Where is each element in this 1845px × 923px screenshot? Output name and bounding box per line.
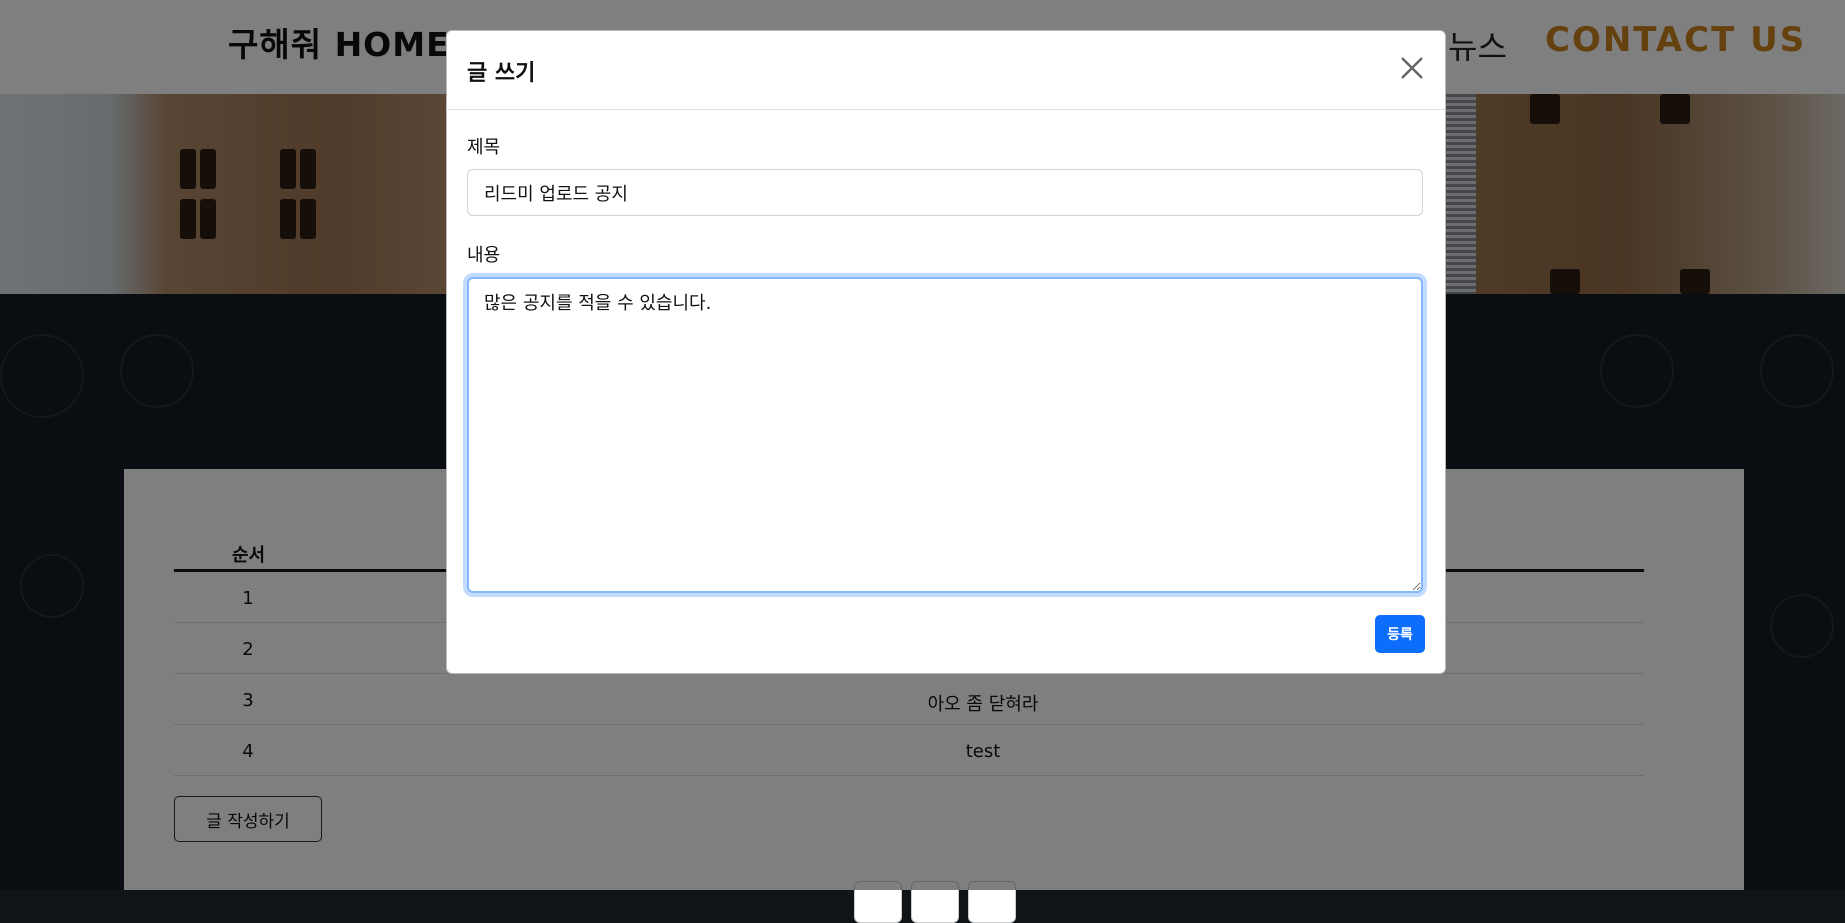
subject-input[interactable] xyxy=(467,169,1423,216)
modal-header: 글 쓰기 xyxy=(447,31,1445,110)
subject-label: 제목 xyxy=(467,137,501,158)
content-label: 내용 xyxy=(467,245,501,266)
content-textarea[interactable]: 많은 공지를 적을 수 있습니다. xyxy=(467,277,1423,593)
close-icon[interactable] xyxy=(1397,53,1427,83)
submit-button[interactable]: 등록 xyxy=(1375,615,1425,653)
modal-title: 글 쓰기 xyxy=(467,61,536,86)
write-post-modal: 글 쓰기 제목 내용 많은 공지를 적을 수 있습니다. 등록 xyxy=(446,30,1446,674)
